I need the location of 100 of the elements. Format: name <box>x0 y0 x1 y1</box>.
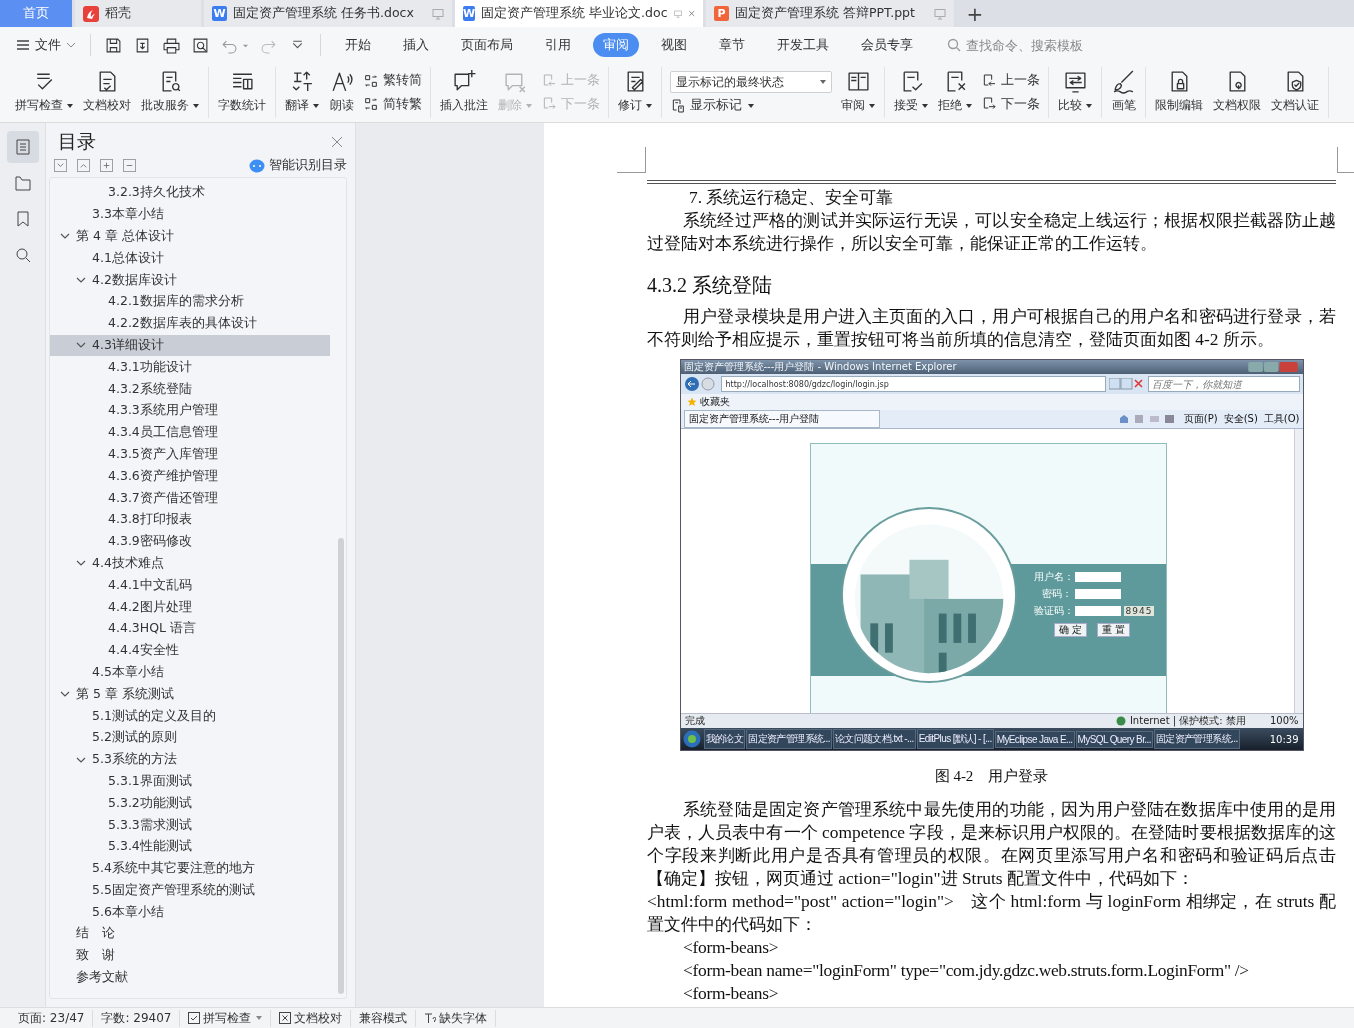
toc-item[interactable]: 4.4.3HQL 语言 <box>50 617 330 640</box>
ribbon-button[interactable]: 繁转简 <box>363 72 422 90</box>
ribbon-button[interactable]: 插入批注 <box>437 67 491 118</box>
toc-item[interactable]: 4.4.1中文乱码 <box>50 574 330 597</box>
status-button[interactable]: 文档校对 <box>271 1009 352 1027</box>
outline-icon[interactable] <box>6 131 39 163</box>
toc-item[interactable]: 致 谢 <box>50 944 330 967</box>
toc-item[interactable]: 结 论 <box>50 923 330 945</box>
ribbon-button[interactable]: 限制编辑 <box>1152 67 1206 118</box>
toc-item[interactable]: 5.3.1界面测试 <box>50 770 330 793</box>
save-icon[interactable] <box>105 36 122 54</box>
toc-item[interactable]: 5.3.4性能测试 <box>50 835 330 858</box>
toc-item[interactable]: 3.2.3持久化技术 <box>50 182 330 204</box>
markup-select[interactable]: 显示标记的最终状态 <box>670 71 832 93</box>
toc-item[interactable]: 3.3本章小结 <box>50 203 330 226</box>
document-tab[interactable]: W 固定资产管理系统 毕业论文.doc <box>455 0 703 27</box>
status-button[interactable]: 缺失字体 <box>416 1009 497 1027</box>
ribbon-button[interactable]: 修订 <box>615 67 655 118</box>
ribbon-tab[interactable]: 页面布局 <box>451 33 523 57</box>
tab-title: 稻壳 <box>105 5 132 22</box>
ribbon-tab[interactable]: 开始 <box>335 33 381 57</box>
ribbon-button[interactable]: 文档认证 <box>1268 67 1322 118</box>
ribbon-button[interactable]: 接受 <box>891 67 931 118</box>
toc-item[interactable]: 第 5 章 系统测试 <box>50 683 330 706</box>
ribbon-tab[interactable]: 会员专享 <box>851 33 923 57</box>
toc-item[interactable]: 4.3详细设计 <box>50 334 330 357</box>
ribbon-button[interactable]: 字数统计 <box>215 67 269 118</box>
file-menu[interactable]: 文件 <box>12 36 80 54</box>
toc-item[interactable]: 4.4技术难点 <box>50 552 330 575</box>
scrollbar[interactable] <box>338 538 344 994</box>
export-icon[interactable] <box>134 36 151 54</box>
ribbon-tab[interactable]: 插入 <box>393 33 439 57</box>
ribbon-button[interactable]: 朗读 <box>326 67 357 118</box>
ribbon-button[interactable]: 画笔 <box>1108 67 1139 118</box>
toc-item[interactable]: 参考文献 <box>50 966 330 989</box>
close-icon[interactable] <box>687 8 695 19</box>
ribbon-button[interactable]: 显示标记 <box>670 97 832 114</box>
toc-item[interactable]: 4.1总体设计 <box>50 247 330 270</box>
ribbon-button[interactable]: 拼写检查 <box>12 67 76 118</box>
toc-item[interactable]: 5.3系统的方法 <box>50 748 330 771</box>
collapse-icon[interactable] <box>77 159 90 172</box>
ribbon-button[interactable]: 拒绝 <box>935 67 975 118</box>
ribbon-button[interactable]: 下一条 <box>981 95 1040 113</box>
toc-item[interactable]: 5.2测试的原则 <box>50 726 330 749</box>
ribbon-button[interactable]: 翻译 <box>282 67 322 118</box>
ribbon-tab[interactable]: 引用 <box>535 33 581 57</box>
toc-item[interactable]: 4.2数据库设计 <box>50 269 330 291</box>
address-field: http://localhost:8080/gdzc/login/login.jsp <box>720 376 1106 392</box>
search-field[interactable]: 查找命令、搜索模板 <box>947 36 1118 54</box>
toc-item[interactable]: 4.3.1功能设计 <box>50 356 330 379</box>
taskbar-item: EditPlus [默认] - [... <box>916 729 994 749</box>
ribbon-button[interactable]: 文档权限 <box>1210 67 1264 118</box>
toc-item[interactable]: 5.6本章小结 <box>50 901 330 924</box>
print-preview-icon[interactable] <box>192 36 209 54</box>
ribbon-button[interactable]: 比较 <box>1055 67 1095 118</box>
input-field <box>1074 572 1121 582</box>
close-icon[interactable] <box>331 136 343 148</box>
toc-item[interactable]: 4.3.7资产借还管理 <box>50 487 330 509</box>
tab-title: 固定资产管理系统 任务书.docx <box>233 5 415 22</box>
toc-item[interactable]: 4.3.6资产维护管理 <box>50 465 330 488</box>
toc-item[interactable]: 4.3.2系统登陆 <box>50 378 330 400</box>
toc-item[interactable]: 5.5固定资产管理系统的测试 <box>50 879 330 902</box>
toc-item[interactable]: 5.3.2功能测试 <box>50 792 330 815</box>
ribbon-button[interactable]: 简转繁 <box>363 95 422 113</box>
document-tab[interactable]: W 固定资产管理系统 任务书.docx <box>204 0 452 27</box>
toc-item[interactable]: 5.1测试的定义及目的 <box>50 705 330 727</box>
ribbon-button[interactable]: 批改服务 <box>138 67 202 118</box>
ribbon-button[interactable]: 文档校对 <box>80 67 134 118</box>
toc-item[interactable]: 4.2.1数据库的需求分析 <box>50 291 330 313</box>
print-icon[interactable] <box>163 36 180 54</box>
toc-item[interactable]: 4.3.8打印报表 <box>50 508 330 531</box>
toc-item[interactable]: 4.3.3系统用户管理 <box>50 399 330 422</box>
toc-item[interactable]: 4.3.5资产入库管理 <box>50 443 330 466</box>
ribbon-button[interactable]: 上一条 <box>981 72 1040 90</box>
toc-item[interactable]: 4.3.4员工信息管理 <box>50 421 330 444</box>
expand-icon[interactable] <box>54 159 67 172</box>
ribbon-button[interactable]: 审阅 <box>838 67 878 118</box>
toc-item[interactable]: 5.3.3需求测试 <box>50 814 330 836</box>
toc-item[interactable]: 5.4系统中其它要注意的地方 <box>50 857 330 880</box>
section-heading: 4.3.2 系统登陆 <box>647 273 773 297</box>
toc-item[interactable]: 第 4 章 总体设计 <box>50 225 330 248</box>
minus-icon[interactable] <box>123 159 136 172</box>
document-tab[interactable]: P 固定资产管理系统 答辩PPT.ppt <box>706 0 954 27</box>
caret-icon <box>748 103 754 108</box>
ribbon-tab[interactable]: 章节 <box>709 33 755 57</box>
toc-item[interactable]: 4.4.4安全性 <box>50 639 330 662</box>
plus-icon[interactable] <box>100 159 113 172</box>
window-controls-icon <box>1245 361 1300 373</box>
ribbon-tab[interactable]: 视图 <box>651 33 697 57</box>
toc-item[interactable]: 4.4.2图片处理 <box>50 596 330 618</box>
toc-item[interactable]: 4.5本章小结 <box>50 661 330 684</box>
toc-item[interactable]: 4.2.2数据库表的具体设计 <box>50 312 330 335</box>
toc-item[interactable]: 4.3.9密码修改 <box>50 530 330 553</box>
document-tab[interactable]: 稻壳 <box>75 0 201 27</box>
field-label: 密码： <box>1040 588 1072 600</box>
ribbon-tab[interactable]: 开发工具 <box>767 33 839 57</box>
smart-toc-button[interactable]: 智能识别目录 <box>249 157 347 174</box>
status-button[interactable]: 拼写检查 <box>180 1009 272 1027</box>
new-tab-button[interactable]: + <box>957 0 993 27</box>
panel-title: 目录 <box>58 129 97 154</box>
